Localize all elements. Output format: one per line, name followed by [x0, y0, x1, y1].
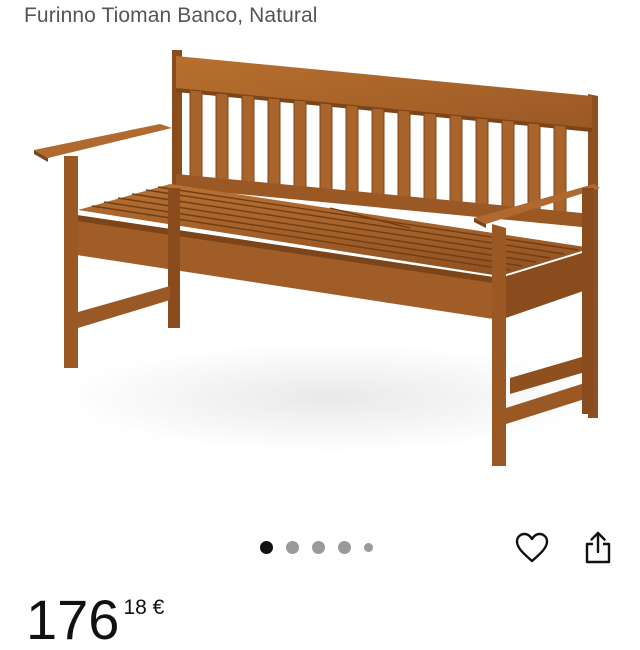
carousel-dot-3[interactable] [312, 541, 325, 554]
share-button[interactable] [580, 530, 616, 566]
share-icon [585, 531, 611, 564]
product-title: Furinno Tioman Banco, Natural [24, 4, 318, 27]
price-whole: 176 [26, 588, 120, 650]
carousel-dots[interactable] [260, 541, 373, 554]
product-image[interactable] [0, 38, 640, 488]
price-fraction: 18 € [123, 596, 165, 619]
bench-illustration [34, 50, 600, 466]
price: 176 18 € [26, 590, 164, 650]
carousel-dot-5[interactable] [364, 543, 373, 552]
heart-icon [515, 532, 549, 563]
favorite-button[interactable] [514, 530, 550, 566]
carousel-dot-1[interactable] [260, 541, 273, 554]
carousel-dot-4[interactable] [338, 541, 351, 554]
carousel-dot-2[interactable] [286, 541, 299, 554]
